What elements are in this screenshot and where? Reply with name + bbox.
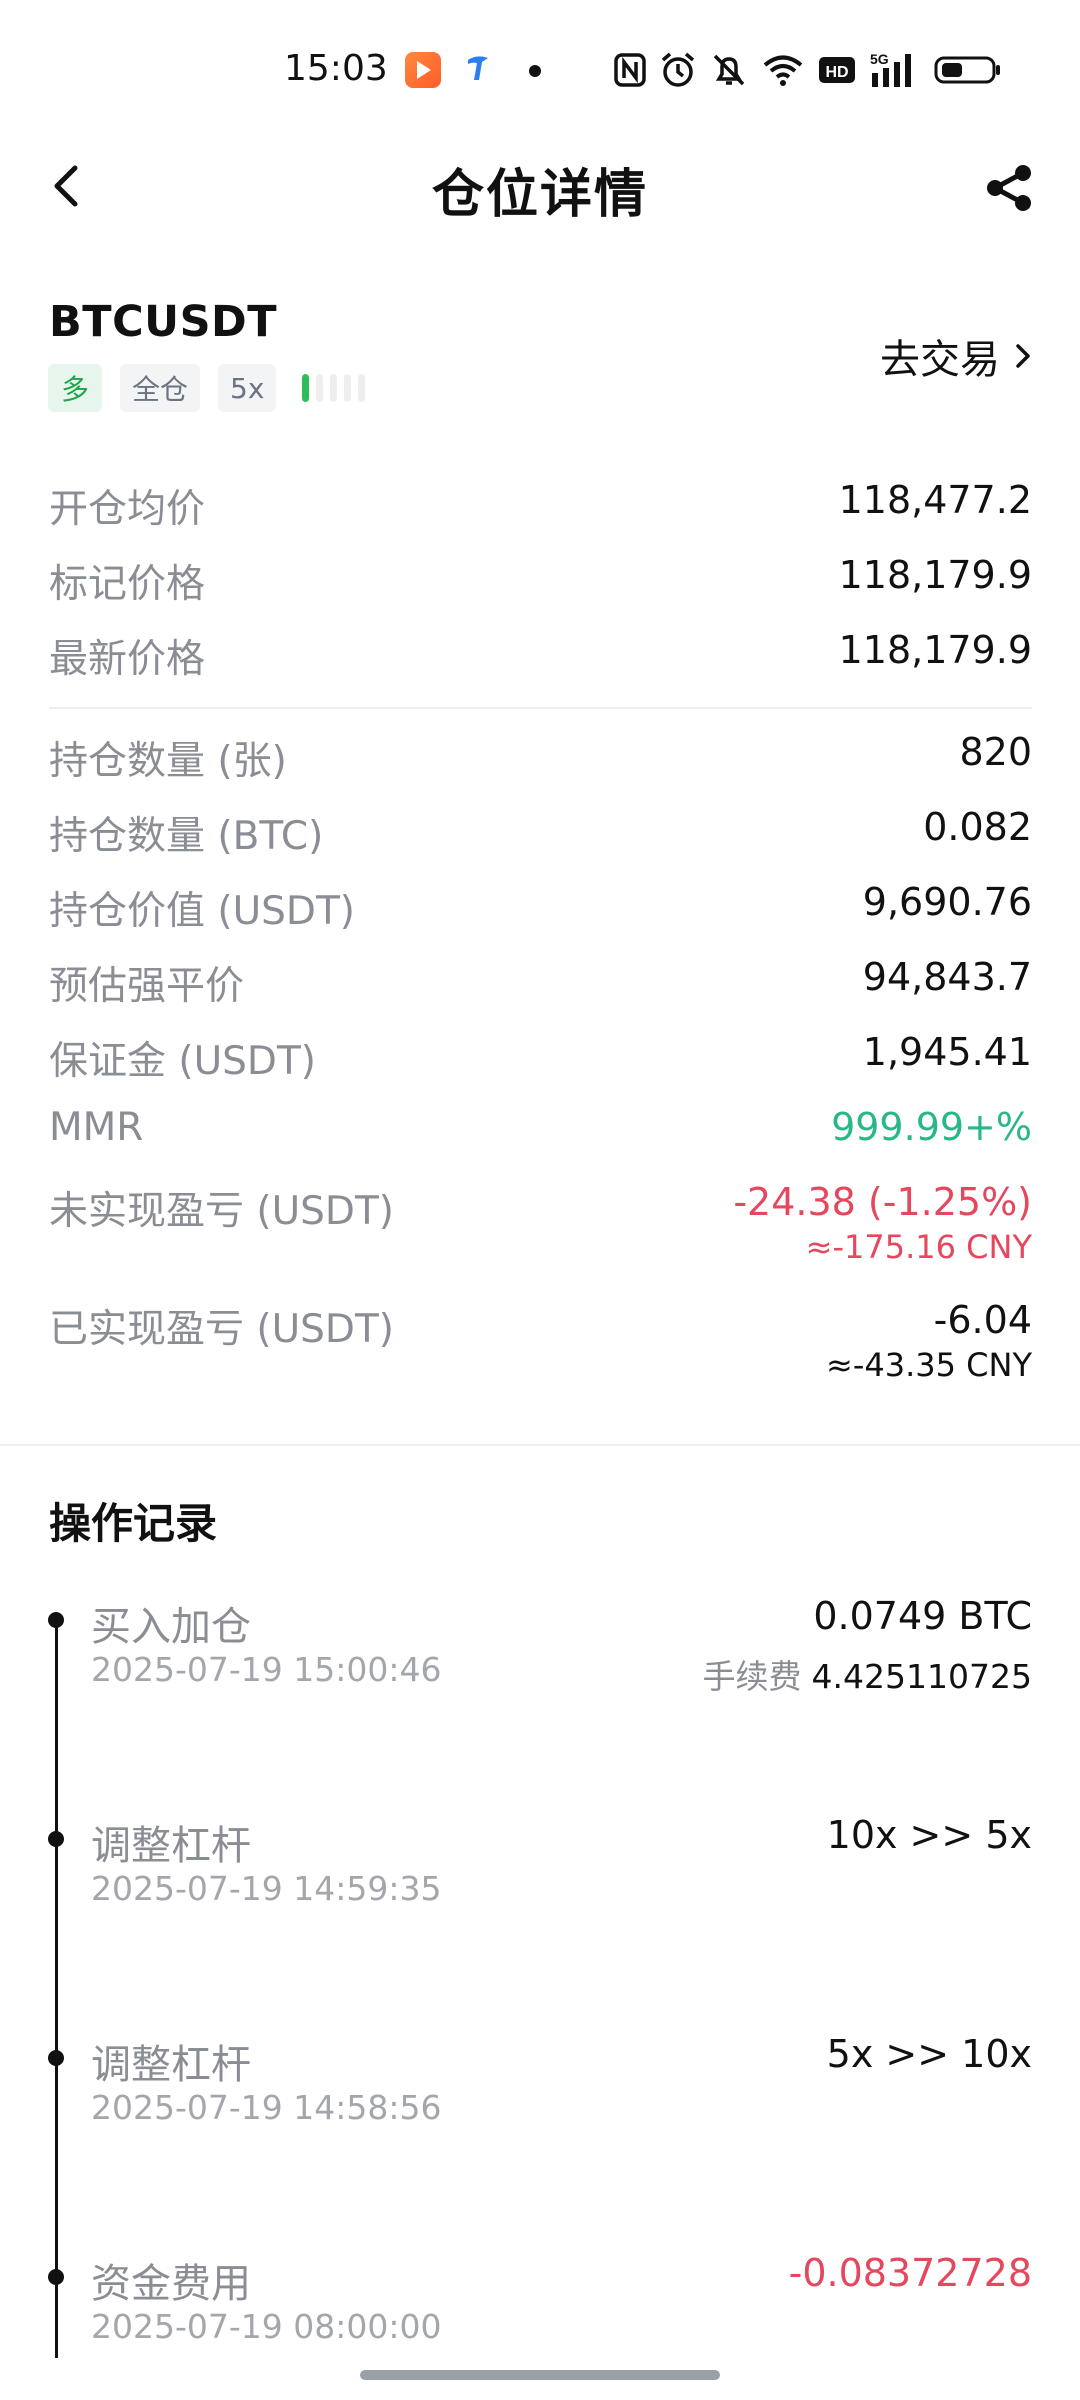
svg-text:5G: 5G	[870, 51, 889, 67]
info-row-margin: 保证金 (USDT) 1,945.41	[49, 1030, 1032, 1090]
status-bar: 15:03 HD 5G	[0, 0, 1080, 140]
row-label: 保证金 (USDT)	[49, 1039, 316, 1084]
symbol-name: BTCUSDT	[49, 297, 278, 347]
unrealized-pnl-usdt: -24.38 (-1.25%)	[733, 1180, 1032, 1224]
mute-icon	[713, 54, 745, 86]
record-fee: 手续费 4.425110725	[703, 1650, 1032, 1698]
record-time: 2025-07-19 14:58:56	[91, 2088, 442, 2127]
go-trade-label: 去交易	[880, 337, 1000, 383]
row-value: 999.99+%	[831, 1105, 1032, 1149]
risk-segment	[344, 374, 352, 402]
row-label: 开仓均价	[49, 487, 206, 532]
page-title: 仓位详情	[431, 165, 648, 225]
row-value: 118,477.2	[838, 478, 1032, 522]
row-value: 118,179.9	[838, 628, 1032, 672]
notification-dot	[529, 65, 541, 77]
fee-label: 手续费	[702, 1657, 802, 1696]
leverage-tag: 5x	[218, 364, 277, 412]
row-value: 820	[959, 730, 1032, 774]
hd-icon: HD	[819, 57, 855, 83]
risk-segment	[330, 374, 338, 402]
info-row-last-price: 最新价格 118,179.9	[49, 628, 1032, 688]
row-value: 1,945.41	[862, 1030, 1032, 1074]
row-label: 未实现盈亏 (USDT)	[49, 1189, 394, 1234]
info-row-unrealized-pnl: 未实现盈亏 (USDT) -24.38 (-1.25%) ≈-175.16 CN…	[49, 1180, 1032, 1290]
record-title: 调整杠杆	[91, 2042, 251, 2088]
records-title: 操作记录	[49, 1499, 218, 1548]
risk-segment	[302, 374, 310, 402]
timeline-dot	[48, 1612, 64, 1628]
record-title: 买入加仓	[91, 1604, 251, 1650]
row-label: 已实现盈亏 (USDT)	[49, 1307, 394, 1352]
home-indicator[interactable]	[360, 2370, 720, 2380]
info-row-mark-price: 标记价格 118,179.9	[49, 553, 1032, 613]
record-value: -0.08372728	[788, 2251, 1032, 2295]
row-label: 最新价格	[49, 637, 206, 682]
margin-mode-tag: 全仓	[120, 364, 201, 412]
row-value: 94,843.7	[862, 955, 1032, 999]
row-value: 118,179.9	[838, 553, 1032, 597]
realized-pnl-usdt: -6.04	[933, 1298, 1032, 1342]
direction-tag: 多	[48, 364, 102, 412]
video-app-icon	[405, 52, 441, 88]
risk-meter	[302, 374, 366, 402]
record-item: 调整杠杆 2025-07-19 14:59:35 10x >> 5x	[48, 1813, 1032, 1933]
share-button[interactable]	[978, 156, 1042, 220]
signal-5g-icon: 5G	[870, 51, 911, 87]
info-row-contracts: 持仓数量 (张) 820	[49, 730, 1032, 790]
svg-text:HD: HD	[825, 64, 848, 81]
telecom-app-icon	[462, 50, 492, 86]
record-title: 调整杠杆	[91, 1823, 251, 1869]
row-value: 0.082	[923, 805, 1032, 849]
record-time: 2025-07-19 08:00:00	[91, 2307, 442, 2346]
realized-pnl-value: -6.04 ≈-43.35 CNY	[826, 1298, 1032, 1384]
record-time: 2025-07-19 14:59:35	[91, 1869, 442, 1908]
row-value: 9,690.76	[862, 880, 1032, 924]
realized-pnl-cny: ≈-43.35 CNY	[826, 1346, 1032, 1384]
info-row-position-value: 持仓价值 (USDT) 9,690.76	[49, 880, 1032, 940]
divider	[49, 707, 1032, 709]
timeline-line	[55, 1618, 58, 2358]
record-value: 0.0749 BTC	[813, 1594, 1032, 1638]
row-label: MMR	[49, 1105, 144, 1150]
info-row-liq-price: 预估强平价 94,843.7	[49, 955, 1032, 1015]
info-row-mmr: MMR 999.99+%	[49, 1105, 1032, 1165]
row-label: 预估强平价	[49, 964, 245, 1009]
row-label: 持仓数量 (张)	[49, 739, 287, 784]
timeline-dot	[48, 2269, 64, 2285]
chevron-right-icon	[1016, 344, 1030, 368]
page-header: 仓位详情	[0, 140, 1080, 236]
row-label: 持仓价值 (USDT)	[49, 889, 355, 934]
status-time: 15:03	[284, 48, 388, 89]
row-label: 持仓数量 (BTC)	[49, 814, 324, 859]
fee-value: 4.425110725	[811, 1657, 1032, 1696]
status-icons: HD 5G	[614, 50, 1002, 90]
alarm-icon	[661, 52, 695, 87]
section-divider	[0, 1444, 1080, 1446]
timeline-dot	[48, 2050, 64, 2066]
position-tags: 多 全仓 5x	[48, 364, 366, 412]
unrealized-pnl-value: -24.38 (-1.25%) ≈-175.16 CNY	[733, 1180, 1032, 1266]
timeline-dot	[48, 1831, 64, 1847]
info-row-btc-amount: 持仓数量 (BTC) 0.082	[49, 805, 1032, 865]
risk-segment	[316, 374, 324, 402]
record-value: 5x >> 10x	[826, 2032, 1032, 2076]
risk-segment	[358, 374, 366, 402]
record-time: 2025-07-19 15:00:46	[91, 1650, 442, 1689]
record-title: 资金费用	[91, 2261, 251, 2307]
nfc-icon	[614, 53, 646, 87]
record-item: 资金费用 2025-07-19 08:00:00 -0.08372728	[48, 2251, 1032, 2371]
info-row-realized-pnl: 已实现盈亏 (USDT) -6.04 ≈-43.35 CNY	[49, 1298, 1032, 1408]
wifi-icon	[763, 55, 803, 86]
go-trade-link[interactable]: 去交易	[880, 328, 1032, 384]
record-value: 10x >> 5x	[826, 1813, 1032, 1857]
unrealized-pnl-cny: ≈-175.16 CNY	[805, 1228, 1032, 1266]
share-icon	[987, 165, 1031, 211]
info-row-entry-price: 开仓均价 118,477.2	[49, 478, 1032, 538]
record-item: 买入加仓 2025-07-19 15:00:46 0.0749 BTC 手续费 4…	[48, 1594, 1032, 1714]
battery-icon	[934, 56, 1000, 84]
row-label: 标记价格	[49, 562, 206, 607]
record-item: 调整杠杆 2025-07-19 14:58:56 5x >> 10x	[48, 2032, 1032, 2152]
